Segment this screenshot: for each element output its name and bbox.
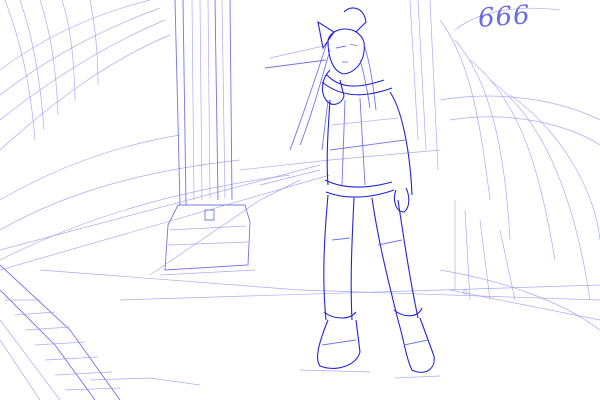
artist-signature: 666	[477, 0, 532, 34]
right-wall-sketch	[409, 0, 600, 331]
left-wall-sketch	[0, 0, 291, 261]
stairs-sketch	[0, 264, 201, 400]
pillar-sketch	[149, 0, 301, 276]
sketch-drawing	[0, 0, 600, 400]
sketch-canvas: 666	[0, 0, 600, 400]
